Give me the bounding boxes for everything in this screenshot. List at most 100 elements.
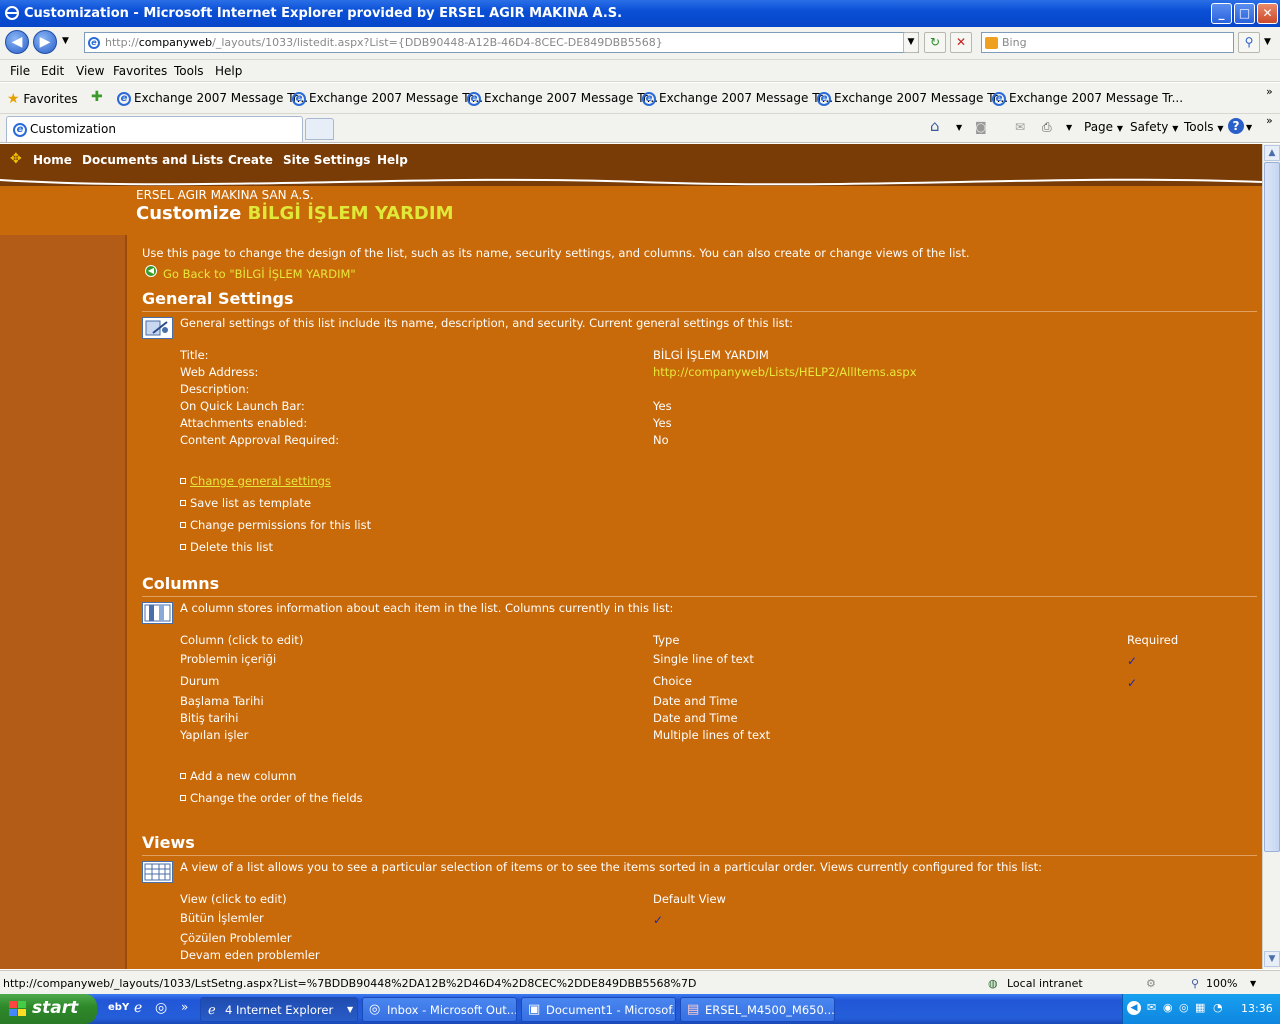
favorite-link-6[interactable]: e Exchange 2007 Message Tr...: [992, 91, 1183, 106]
home-icon[interactable]: ⌂: [930, 117, 940, 135]
clock[interactable]: 13:36: [1241, 1002, 1273, 1015]
tab-customization[interactable]: e Customization: [6, 116, 303, 142]
print-dropdown-icon[interactable]: ▼: [1066, 123, 1072, 132]
columns-icon: [142, 602, 173, 624]
scroll-down-icon[interactable]: ▼: [1264, 951, 1280, 967]
address-dropdown-icon[interactable]: ▼: [903, 32, 919, 53]
nav-site-settings[interactable]: Site Settings: [283, 153, 370, 167]
tray-speaker-icon[interactable]: ◔: [1213, 1001, 1223, 1014]
feeds-icon[interactable]: ◙: [975, 120, 987, 134]
history-dropdown-icon[interactable]: ▼: [62, 36, 69, 46]
task-label: Inbox - Microsoft Out...: [387, 1003, 517, 1017]
tray-mail-icon[interactable]: ✉: [1147, 1001, 1156, 1014]
change-general-settings-link[interactable]: Change general settings: [190, 474, 331, 488]
nav-documents-and-lists[interactable]: Documents and Lists: [82, 153, 223, 167]
save-list-as-template-link[interactable]: Save list as template: [190, 496, 311, 510]
help-dropdown-icon[interactable]: ▼: [1246, 123, 1252, 132]
cmdbar-overflow-icon[interactable]: »: [1266, 114, 1273, 127]
go-back-link[interactable]: Go Back to "BİLGİ İŞLEM YARDIM": [163, 267, 356, 281]
print-icon[interactable]: ⎙: [1042, 120, 1052, 135]
view-link[interactable]: Çözülen Problemler: [180, 931, 292, 945]
close-button[interactable]: ✕: [1257, 3, 1278, 24]
favorite-link-3[interactable]: e Exchange 2007 Message Tr...: [467, 91, 658, 106]
column-link[interactable]: Problemin içeriği: [180, 652, 276, 666]
taskbar-word[interactable]: ▣ Document1 - Microsof...: [521, 997, 676, 1022]
delete-list-link[interactable]: Delete this list: [190, 540, 273, 554]
stop-icon[interactable]: ✕: [950, 32, 972, 53]
quicklaunch-outlook-icon[interactable]: ◎: [155, 1000, 167, 1016]
menu-favorites[interactable]: Favorites: [113, 64, 167, 78]
quicklaunch-overflow-icon[interactable]: »: [181, 1000, 188, 1014]
add-favorite-icon[interactable]: ✚: [91, 89, 103, 105]
menu-file[interactable]: File: [10, 64, 30, 78]
add-new-column-link[interactable]: Add a new column: [190, 769, 296, 783]
home-dropdown-icon[interactable]: ▼: [956, 123, 962, 132]
default-view-check-icon: ✓: [653, 913, 664, 927]
taskbar-outlook[interactable]: ◎ Inbox - Microsoft Out...: [362, 997, 517, 1022]
favorite-link-label: Exchange 2007 Message Tr...: [484, 91, 659, 105]
favorites-button[interactable]: ★ Favorites: [7, 91, 78, 107]
view-link[interactable]: Bütün İşlemler: [180, 911, 264, 925]
column-link[interactable]: Başlama Tarihi: [180, 694, 264, 708]
page-menu[interactable]: Page ▼: [1084, 120, 1123, 134]
menu-tools[interactable]: Tools: [174, 64, 204, 78]
new-tab-button[interactable]: [305, 118, 334, 140]
column-link[interactable]: Bitiş tarihi: [180, 711, 238, 725]
tray-network-icon[interactable]: ◉: [1163, 1001, 1173, 1014]
menu-edit[interactable]: Edit: [41, 64, 64, 78]
search-icon[interactable]: ⚲: [1238, 32, 1260, 53]
search-options-icon[interactable]: ▼: [1264, 37, 1271, 47]
scroll-up-icon[interactable]: ▲: [1264, 145, 1280, 161]
tools-menu[interactable]: Tools ▼: [1184, 120, 1224, 134]
setting-value-web-address[interactable]: http://companyweb/Lists/HELP2/AllItems.a…: [653, 365, 917, 379]
general-settings-heading: General Settings: [142, 289, 294, 308]
taskbar-ie-group[interactable]: ℯ 4 Internet Explorer ▼: [200, 997, 358, 1022]
favorite-link-1[interactable]: e Exchange 2007 Message Tr...: [117, 91, 308, 106]
column-link[interactable]: Yapılan işler: [180, 728, 248, 742]
minimize-button[interactable]: _: [1211, 3, 1232, 24]
change-permissions-link[interactable]: Change permissions for this list: [190, 518, 371, 532]
safety-menu[interactable]: Safety ▼: [1130, 120, 1178, 134]
nav-home[interactable]: Home: [33, 153, 72, 167]
tray-expand-icon[interactable]: ◀: [1127, 1001, 1141, 1015]
quicklaunch-ie-icon[interactable]: ℯ: [134, 1000, 142, 1016]
favorite-link-label: Exchange 2007 Message Tr...: [659, 91, 834, 105]
setting-value-attachments: Yes: [653, 416, 672, 430]
mail-icon[interactable]: ✉: [1015, 120, 1025, 134]
window-title-bar: Customization - Microsoft Internet Explo…: [0, 0, 1280, 27]
address-host: companyweb: [138, 36, 213, 49]
favorite-link-4[interactable]: e Exchange 2007 Message Tr...: [642, 91, 833, 106]
menu-view[interactable]: View: [76, 64, 104, 78]
column-link[interactable]: Durum: [180, 674, 219, 688]
address-bar[interactable]: http://companyweb/_layouts/1033/listedit…: [84, 32, 919, 53]
forward-button[interactable]: ▶: [33, 30, 57, 54]
menu-help[interactable]: Help: [215, 64, 242, 78]
maximize-button[interactable]: □: [1234, 3, 1255, 24]
zoom-level[interactable]: 100%: [1206, 977, 1237, 990]
favorites-label: Favorites: [23, 92, 78, 106]
views-heading: Views: [142, 833, 195, 852]
start-button[interactable]: start: [0, 994, 97, 1024]
nav-create[interactable]: Create: [228, 153, 273, 167]
back-button[interactable]: ◀: [5, 30, 29, 54]
view-link[interactable]: Devam eden problemler: [180, 948, 320, 962]
taskbar-pdf[interactable]: ▤ ERSEL_M4500_M650...: [680, 997, 835, 1022]
favorite-link-label: Exchange 2007 Message Tr...: [134, 91, 309, 105]
change-field-order-link[interactable]: Change the order of the fields: [190, 791, 363, 805]
nav-help[interactable]: Help: [377, 153, 408, 167]
quicklaunch-ebay-icon[interactable]: ebY: [108, 1002, 129, 1013]
zoom-dropdown-icon[interactable]: ▼: [1250, 979, 1256, 988]
tray-display-icon[interactable]: ▦: [1195, 1001, 1205, 1014]
protected-mode-icon[interactable]: ⚙: [1146, 977, 1156, 990]
search-input[interactable]: Bing: [981, 32, 1234, 53]
required-check-icon: ✓: [1127, 676, 1138, 690]
favbar-overflow-icon[interactable]: »: [1266, 85, 1273, 98]
help-icon[interactable]: ?: [1228, 118, 1244, 134]
favorite-link-2[interactable]: e Exchange 2007 Message Tr...: [292, 91, 483, 106]
vertical-scrollbar[interactable]: ▲ ▼: [1262, 144, 1280, 969]
refresh-icon[interactable]: ↻: [924, 32, 946, 53]
tray-outlook-icon[interactable]: ◎: [1179, 1001, 1189, 1014]
scroll-thumb[interactable]: [1264, 162, 1280, 852]
favorite-link-5[interactable]: e Exchange 2007 Message Tr...: [817, 91, 1008, 106]
windows-logo-icon: [9, 1001, 26, 1016]
